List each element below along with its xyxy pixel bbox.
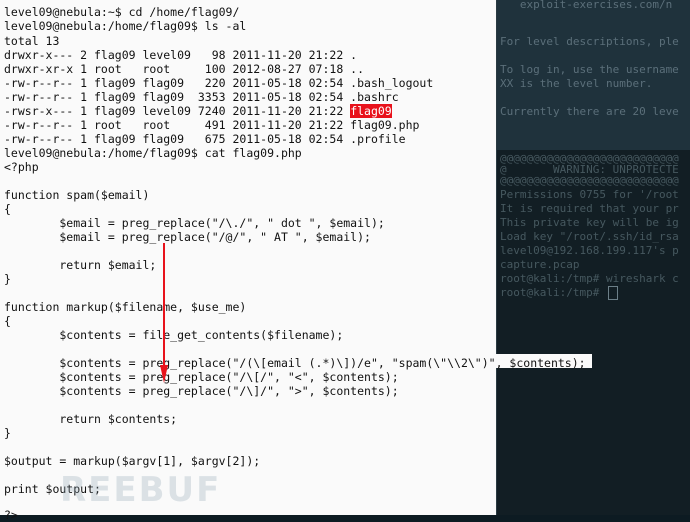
terminal-line: -rwsr-x--- 1 flag09 level09 7240 2011-11… — [4, 104, 392, 118]
annotation-arrow-icon — [160, 243, 168, 383]
terminal-line: function spam($email) — [4, 188, 150, 202]
cursor-icon — [607, 286, 618, 300]
motd-line: XX is the level number. — [500, 77, 653, 90]
session-prompt: root@kali:/tmp# — [500, 286, 618, 300]
terminal-line: $email = preg_replace("/\./", " dot ", $… — [4, 216, 385, 230]
session-line: It is required that your pr — [500, 202, 679, 215]
terminal-line: ?> — [4, 508, 18, 522]
terminal-line-text: -rwsr-x--- 1 flag09 level09 7240 2011-11… — [4, 104, 351, 118]
background-terminal: exploit-exercises.com/n For level descri… — [496, 0, 690, 515]
terminal-line: level09@nebula:/home/flag09$ cat flag09.… — [4, 146, 302, 160]
background-terminal-session: @@@@@@@@@@@@@@@@@@@@@@@@@@@ @ WARNING: U… — [496, 150, 690, 515]
terminal-line: function markup($filename, $use_me) — [4, 300, 247, 314]
terminal-line: $contents = preg_replace("/\]/", ">", $c… — [4, 384, 399, 398]
terminal-line: } — [4, 426, 11, 440]
terminal-line: -rw-r--r-- 1 flag09 flag09 675 2011-05-1… — [4, 132, 406, 146]
terminal-line: $output = markup($argv[1], $argv[2]); — [4, 454, 261, 468]
terminal-line: drwxr-x--- 2 flag09 level09 98 2011-11-2… — [4, 48, 358, 62]
session-line: level09@192.168.199.117's p — [500, 244, 679, 257]
terminal-line: level09@nebula:~$ cd /home/flag09/ — [4, 5, 240, 19]
terminal-line: total 13 — [4, 34, 60, 48]
motd-line: For level descriptions, ple — [500, 35, 679, 48]
session-prompt-text: root@kali:/tmp# — [500, 286, 606, 299]
terminal-line: <?php — [4, 160, 39, 174]
motd-line: To log in, use the username — [500, 63, 679, 76]
terminal-line: drwxr-xr-x 1 root root 100 2012-08-27 07… — [4, 62, 365, 76]
motd-line: Currently there are 20 leve — [500, 105, 679, 118]
session-line: capture.pcap — [500, 258, 580, 271]
terminal-line: } — [4, 272, 11, 286]
terminal-line: { — [4, 202, 11, 216]
session-line: @@@@@@@@@@@@@@@@@@@@@@@@@@@ — [500, 174, 679, 187]
terminal-line: -rw-r--r-- 1 root root 491 2011-11-20 21… — [4, 118, 420, 132]
terminal-line: -rw-r--r-- 1 flag09 flag09 3353 2011-05-… — [4, 90, 399, 104]
terminal-line: { — [4, 314, 11, 328]
highlighted-filename: flag09 — [350, 104, 392, 118]
terminal-line: $contents = preg_replace("/(\[email (.*)… — [4, 356, 586, 370]
terminal-line: $contents = preg_replace("/\[/", "<", $c… — [4, 370, 399, 384]
session-line: Permissions 0755 for '/root — [500, 188, 679, 201]
terminal-line: return $contents; — [4, 412, 178, 426]
terminal-line: return $email; — [4, 258, 157, 272]
terminal-line: -rw-r--r-- 1 flag09 flag09 220 2011-05-1… — [4, 76, 434, 90]
session-line: Load key "/root/.ssh/id_rsa — [500, 230, 679, 243]
motd-line: exploit-exercises.com/n — [500, 0, 673, 11]
session-line: root@kali:/tmp# wireshark c — [500, 272, 679, 285]
watermark-logo: REEBUF — [60, 470, 222, 510]
session-line: This private key will be ig — [500, 216, 679, 229]
terminal-line: level09@nebula:/home/flag09$ ls -al — [4, 19, 247, 33]
background-terminal-motd: exploit-exercises.com/n For level descri… — [496, 0, 690, 155]
terminal-line: $contents = file_get_contents($filename)… — [4, 328, 344, 342]
terminal-line: $email = preg_replace("/@/", " AT ", $em… — [4, 230, 371, 244]
